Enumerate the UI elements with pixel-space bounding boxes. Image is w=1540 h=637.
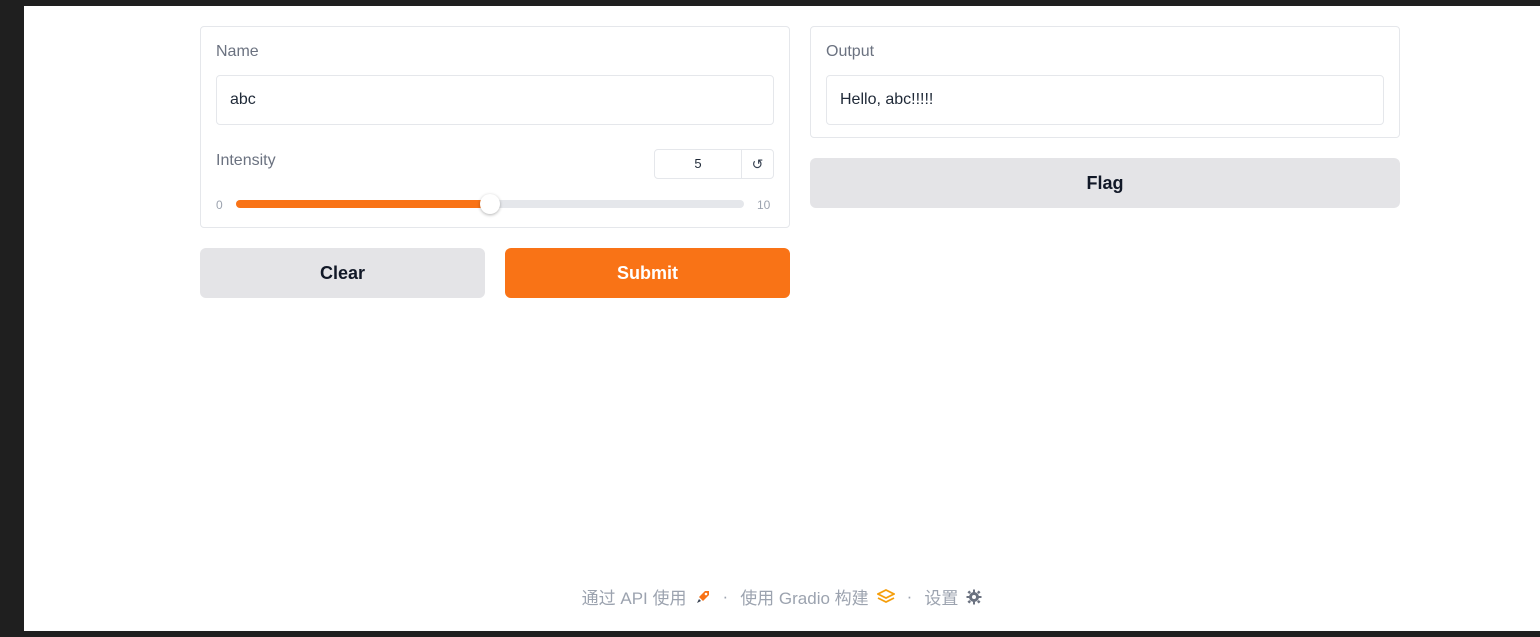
intensity-slider[interactable]	[236, 194, 744, 214]
slider-max-label: 10	[757, 198, 771, 212]
gradio-logo-icon	[876, 588, 895, 603]
slider-thumb[interactable]	[480, 194, 500, 214]
clear-button[interactable]: Clear	[200, 248, 485, 298]
settings-link[interactable]: 设置	[924, 584, 982, 609]
footer: 通过 API 使用 · 使用 Gradio 构建 · 设置	[24, 584, 1540, 609]
footer-separator: ·	[722, 586, 729, 606]
output-label: Output	[826, 43, 875, 60]
gradio-link-label: 使用 Gradio 构建	[740, 589, 869, 608]
output-panel: Output Hello, abc!!!!!	[810, 26, 1400, 138]
output-textbox[interactable]: Hello, abc!!!!!	[826, 75, 1384, 125]
input-panel: Name abc Intensity 5 ↺ 0 10	[200, 26, 790, 228]
app-page: Name abc Intensity 5 ↺ 0 10 Clear Submit…	[24, 6, 1540, 631]
submit-button[interactable]: Submit	[505, 248, 790, 298]
slider-fill	[236, 200, 490, 208]
api-link-label: 通过 API 使用	[581, 589, 687, 608]
name-input[interactable]: abc	[216, 75, 774, 125]
settings-link-label: 设置	[924, 589, 959, 608]
gear-icon	[966, 589, 982, 604]
rocket-icon	[696, 590, 709, 603]
reset-icon[interactable]: ↺	[742, 150, 773, 178]
intensity-value[interactable]: 5	[655, 150, 742, 178]
api-link[interactable]: 通过 API 使用	[582, 584, 711, 609]
gradio-link[interactable]: 使用 Gradio 构建	[740, 584, 895, 609]
slider-min-label: 0	[216, 198, 223, 212]
flag-button[interactable]: Flag	[810, 158, 1400, 208]
footer-separator-2: ·	[906, 586, 913, 606]
name-label: Name	[216, 43, 259, 60]
intensity-number-input[interactable]: 5 ↺	[654, 149, 774, 179]
intensity-label: Intensity	[216, 152, 276, 169]
